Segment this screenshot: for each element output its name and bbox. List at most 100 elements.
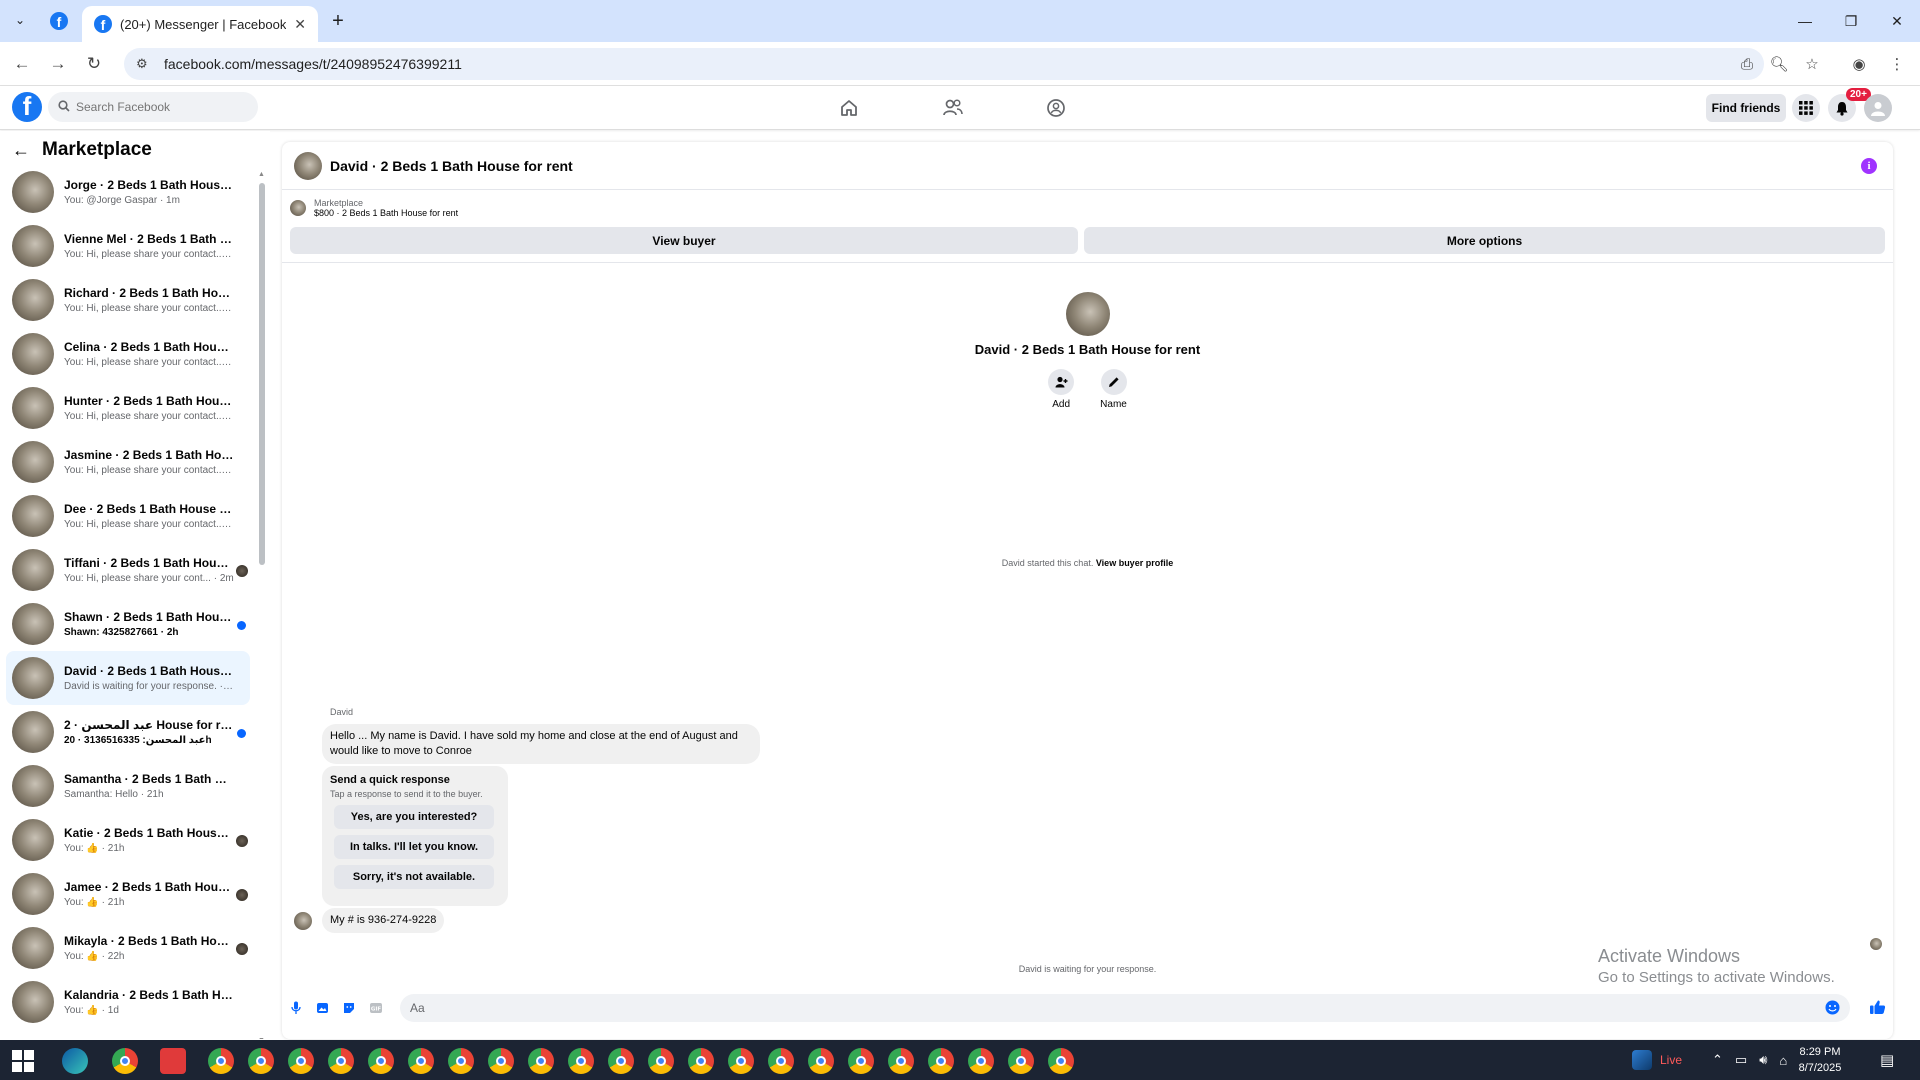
name-button[interactable]: Name (1100, 369, 1127, 410)
active-tab[interactable]: f (20+) Messenger | Facebook ✕ (82, 6, 318, 42)
chevron-up-icon[interactable]: ⌃ (1712, 1052, 1723, 1068)
chrome-window-icon[interactable] (928, 1048, 954, 1074)
speaker-icon[interactable]: 🔊︎ (1759, 1052, 1767, 1068)
find-friends-button[interactable]: Find friends (1706, 94, 1786, 122)
message-bubble[interactable]: Hello ... My name is David. I have sold … (322, 724, 760, 764)
scrollbar-thumb[interactable] (259, 183, 265, 565)
gif-icon[interactable]: GIF (368, 1000, 384, 1016)
like-thumb-icon[interactable] (1868, 998, 1886, 1016)
conversation-item[interactable]: David · 2 Beds 1 Bath House for... David … (6, 651, 250, 705)
maximize-button[interactable]: ❐ (1828, 0, 1874, 42)
chrome-window-icon[interactable] (848, 1048, 874, 1074)
conversation-item[interactable]: Dee · 2 Beds 1 Bath House for r... You: H… (6, 489, 250, 543)
chrome-window-icon[interactable] (808, 1048, 834, 1074)
tab-search-dropdown-icon[interactable]: ⌄ (8, 8, 32, 32)
chrome-window-icon[interactable] (568, 1048, 594, 1074)
chrome-window-icon[interactable] (528, 1048, 554, 1074)
chat-avatar[interactable] (294, 151, 322, 180)
chrome-window-icon[interactable] (368, 1048, 394, 1074)
conversation-item[interactable]: Tiffani · 2 Beds 1 Bath House ... You: Hi… (6, 543, 250, 597)
camera-icon[interactable]: ▭ (1735, 1052, 1747, 1068)
listing-summary[interactable]: Marketplace $800 · 2 Beds 1 Bath House f… (290, 198, 458, 218)
chrome-window-icon[interactable] (288, 1048, 314, 1074)
reload-button[interactable]: ↻ (82, 52, 106, 76)
groups-nav-icon[interactable] (1041, 94, 1071, 122)
sender-avatar[interactable] (294, 912, 312, 930)
back-arrow-icon[interactable]: ← (12, 140, 30, 161)
new-tab-button[interactable]: + (326, 9, 350, 33)
message-bubble[interactable]: My # is 936-274-9228 (322, 908, 445, 933)
chrome-window-icon[interactable] (328, 1048, 354, 1074)
windows-start-icon[interactable] (12, 1050, 34, 1072)
scroll-up-icon[interactable]: ▲ (258, 171, 265, 178)
add-button[interactable]: Add (1048, 369, 1075, 410)
conversation-item[interactable]: Shawn · 2 Beds 1 Bath House f... Shawn: 4… (6, 597, 250, 651)
scroll-down-icon[interactable]: ▼ (258, 1037, 265, 1039)
friends-nav-icon[interactable] (938, 94, 968, 122)
chrome-window-icon[interactable] (408, 1048, 434, 1074)
pinned-facebook-tab[interactable]: f (44, 6, 74, 36)
chrome-window-icon[interactable] (1048, 1048, 1074, 1074)
profile-icon[interactable]: ◉ (1848, 53, 1870, 75)
photo-icon[interactable] (314, 1000, 330, 1016)
conversation-item[interactable]: عبد المحسن · 2 House for rent ... عبد الم… (6, 705, 250, 759)
notification-center-icon[interactable]: ▤ (1880, 1040, 1894, 1080)
conversation-item[interactable]: Jorge · 2 Beds 1 Bath House for ... You: … (6, 165, 250, 219)
chrome-window-icon[interactable] (488, 1048, 514, 1074)
anydesk-app-icon[interactable] (160, 1048, 186, 1074)
chrome-window-icon[interactable] (248, 1048, 274, 1074)
facebook-logo-icon[interactable]: f (12, 92, 42, 122)
sticker-icon[interactable] (341, 1000, 357, 1016)
weather-widget[interactable]: Live (1632, 1040, 1682, 1080)
search-input[interactable] (76, 100, 236, 114)
message-input[interactable]: Aa (400, 994, 1850, 1022)
conversation-item[interactable]: Jamee · 2 Beds 1 Bath House ... You: 👍 · … (6, 867, 250, 921)
conversation-item[interactable]: Hunter · 2 Beds 1 Bath House fo... You: H… (6, 381, 250, 435)
conversation-item[interactable]: Katie · 2 Beds 1 Bath House f... You: 👍 ·… (6, 813, 250, 867)
view-buyer-button[interactable]: View buyer (290, 227, 1078, 254)
menu-grid-icon[interactable] (1792, 94, 1820, 122)
conversation-item[interactable]: Samantha · 2 Beds 1 Bath Hous... Samantha… (6, 759, 250, 813)
sidebar-scrollbar[interactable]: ▲ ▼ (258, 171, 266, 1039)
chrome-window-icon[interactable] (968, 1048, 994, 1074)
conversation-item[interactable]: Jasmine · 2 Beds 1 Bath House f... You: H… (6, 435, 250, 489)
forward-button[interactable]: → (46, 52, 70, 76)
account-avatar[interactable] (1864, 94, 1892, 122)
taskbar-clock[interactable]: 8:29 PM 8/7/2025 (1780, 1044, 1860, 1076)
chrome-window-icon[interactable] (1008, 1048, 1034, 1074)
chrome-window-icon[interactable] (888, 1048, 914, 1074)
conversation-item[interactable]: Mikayla · 2 Beds 1 Bath Hous... You: 👍 · … (6, 921, 250, 975)
zoom-icon[interactable]: 🔍︎ (1768, 53, 1790, 75)
edge-browser-icon[interactable] (62, 1048, 88, 1074)
bookmark-star-icon[interactable]: ☆ (1801, 53, 1823, 75)
site-settings-icon[interactable]: ⚙ (136, 56, 152, 72)
profile-avatar[interactable] (1065, 292, 1110, 336)
quick-response-option[interactable]: Sorry, it's not available. (334, 865, 494, 889)
back-button[interactable]: ← (10, 52, 34, 76)
chrome-window-icon[interactable] (768, 1048, 794, 1074)
chrome-window-icon[interactable] (648, 1048, 674, 1074)
chrome-window-icon[interactable] (448, 1048, 474, 1074)
browser-menu-icon[interactable]: ⋮ (1886, 53, 1908, 75)
chrome-window-icon[interactable] (608, 1048, 634, 1074)
tab-close-icon[interactable]: ✕ (294, 16, 306, 33)
facebook-search[interactable] (48, 92, 258, 122)
conversation-item[interactable]: Richard · 2 Beds 1 Bath House f... You: H… (6, 273, 250, 327)
emoji-icon[interactable] (1825, 1000, 1840, 1018)
chrome-window-icon[interactable] (688, 1048, 714, 1074)
more-options-button[interactable]: More options (1084, 227, 1885, 254)
chrome-window-icon[interactable] (208, 1048, 234, 1074)
microphone-icon[interactable] (288, 1000, 304, 1016)
chat-title[interactable]: David · 2 Beds 1 Bath House for rent (330, 158, 573, 174)
address-bar[interactable]: ⚙ facebook.com/messages/t/24098952476399… (124, 48, 1764, 80)
info-icon[interactable]: i (1861, 158, 1877, 174)
minimize-button[interactable]: — (1782, 0, 1828, 42)
conversation-item[interactable]: Kalandria · 2 Beds 1 Bath House... You: 👍… (6, 975, 250, 1029)
install-app-icon[interactable]: ⎙ (1736, 53, 1758, 75)
home-nav-icon[interactable] (834, 94, 864, 122)
quick-response-option[interactable]: In talks. I'll let you know. (334, 835, 494, 859)
chrome-browser-icon[interactable] (112, 1048, 138, 1074)
chrome-window-icon[interactable] (728, 1048, 754, 1074)
conversation-item[interactable]: Vienne Mel · 2 Beds 1 Bath Hou... You: Hi… (6, 219, 250, 273)
close-window-button[interactable]: ✕ (1874, 0, 1920, 42)
